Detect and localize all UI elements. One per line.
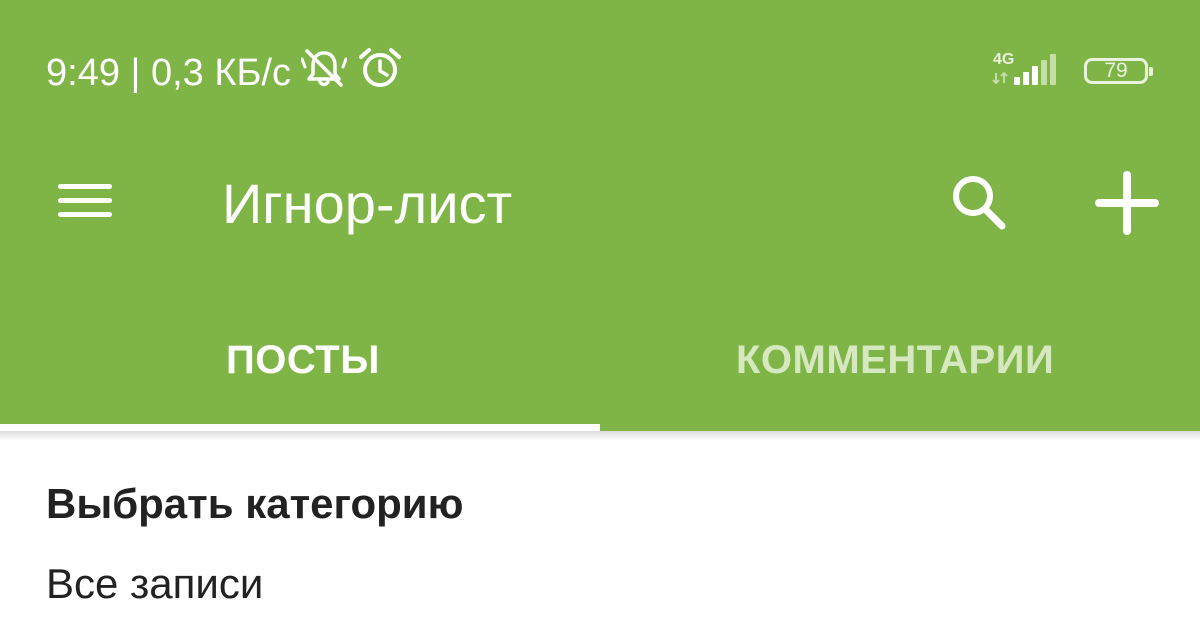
alarm-icon xyxy=(357,46,403,100)
search-button[interactable] xyxy=(946,170,1010,234)
status-bar-left: 9:49 | 0,3 КБ/с xyxy=(46,47,403,99)
app-bar-shadow xyxy=(0,431,1200,441)
tab-posts-label: ПОСТЫ xyxy=(226,338,380,382)
status-time-speed: 9:49 | 0,3 КБ/с xyxy=(46,51,291,94)
signal-icon: 4G xyxy=(990,49,1066,94)
tab-posts[interactable]: ПОСТЫ xyxy=(0,318,600,431)
section-title: Выбрать категорию xyxy=(46,480,464,527)
network-type: 4G xyxy=(993,51,1014,68)
status-bar-right: 4G 79 xyxy=(990,48,1153,94)
list-item-all-posts[interactable]: Все записи xyxy=(46,560,263,608)
app-bar: 9:49 | 0,3 КБ/с 4G 79 Игнор-лист ПОСТЫ К… xyxy=(0,0,1200,431)
tab-indicator xyxy=(0,424,600,431)
add-icon xyxy=(1095,171,1159,235)
search-icon xyxy=(953,176,1006,230)
menu-icon xyxy=(58,184,112,217)
bell-muted-icon xyxy=(300,47,348,99)
battery-level: 79 xyxy=(1104,59,1128,82)
tab-comments-label: КОММЕНТАРИИ xyxy=(736,338,1055,382)
tab-comments[interactable]: КОММЕНТАРИИ xyxy=(600,318,1200,431)
battery-icon: 79 xyxy=(1084,58,1153,84)
add-button[interactable] xyxy=(1092,168,1162,238)
menu-button[interactable] xyxy=(54,178,116,224)
page-title: Игнор-лист xyxy=(222,172,513,235)
